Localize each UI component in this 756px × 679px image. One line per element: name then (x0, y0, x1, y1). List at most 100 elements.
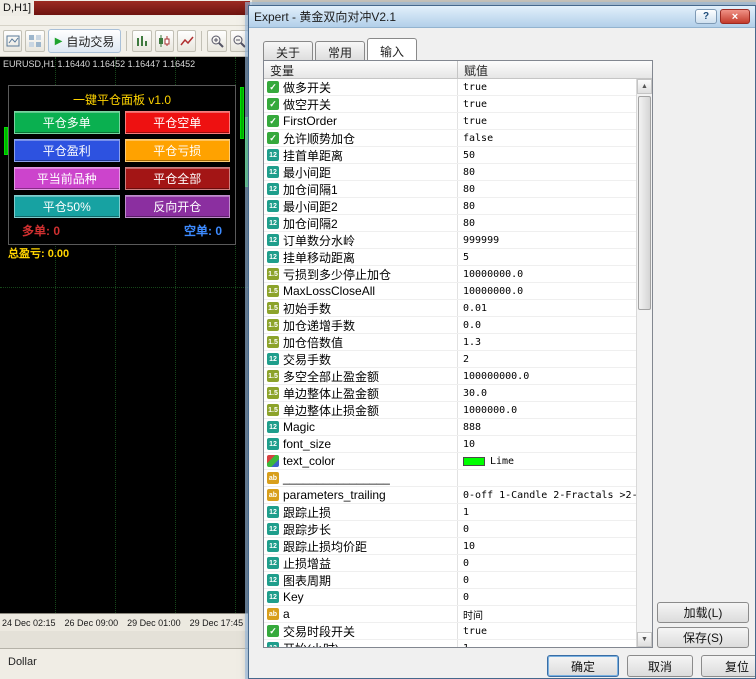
param-row[interactable]: Key0 (264, 589, 636, 606)
param-value[interactable]: 30.0 (458, 385, 636, 401)
param-value[interactable]: false (458, 130, 636, 146)
param-value[interactable]: true (458, 623, 636, 639)
param-value[interactable]: 80 (458, 164, 636, 180)
scrollbar[interactable]: ▲ ▼ (636, 79, 652, 647)
save-button[interactable]: 保存(S) (657, 627, 749, 648)
param-value[interactable]: 1000000.0 (458, 402, 636, 418)
param-value[interactable]: 888 (458, 419, 636, 435)
panel-btn-close-long[interactable]: 平仓多单 (14, 111, 120, 134)
param-value[interactable] (458, 470, 636, 486)
param-row[interactable]: Magic888 (264, 419, 636, 436)
dialog-titlebar[interactable]: Expert - 黄金双向对冲V2.1 ? × (249, 6, 755, 28)
param-row[interactable]: 交易时段开关true (264, 623, 636, 640)
param-value[interactable]: 999999 (458, 232, 636, 248)
autotrade-button[interactable]: ▶ 自动交易 (48, 29, 122, 53)
param-row[interactable]: 挂首单距离50 (264, 147, 636, 164)
param-value[interactable]: 0 (458, 555, 636, 571)
param-value[interactable]: 0 (458, 572, 636, 588)
param-value[interactable]: 80 (458, 181, 636, 197)
param-value[interactable]: true (458, 113, 636, 129)
param-value[interactable]: 2 (458, 351, 636, 367)
param-row[interactable]: 加仓递增手数0.0 (264, 317, 636, 334)
panel-btn-close-loss[interactable]: 平仓亏损 (125, 139, 231, 162)
column-header-variable[interactable]: 变量 (264, 61, 458, 78)
param-value[interactable]: 10000000.0 (458, 283, 636, 299)
bar-chart-icon[interactable] (132, 30, 151, 52)
param-value[interactable]: 1.3 (458, 334, 636, 350)
reset-button[interactable]: 复位 (701, 655, 756, 677)
panel-btn-close-symbol[interactable]: 平当前品种 (14, 167, 120, 190)
param-row[interactable]: MaxLossCloseAll10000000.0 (264, 283, 636, 300)
param-row[interactable]: 多空全部止盈金额100000000.0 (264, 368, 636, 385)
param-row[interactable]: 做空开关true (264, 96, 636, 113)
param-value[interactable]: 0 (458, 589, 636, 605)
panel-btn-close-all[interactable]: 平仓全部 (125, 167, 231, 190)
param-row[interactable]: 初始手数0.01 (264, 300, 636, 317)
help-button[interactable]: ? (695, 9, 717, 24)
param-row[interactable]: 允许顺势加仓false (264, 130, 636, 147)
param-value[interactable]: true (458, 96, 636, 112)
param-row[interactable]: 做多开关true (264, 79, 636, 96)
scroll-thumb[interactable] (638, 96, 651, 310)
param-value[interactable]: 50 (458, 147, 636, 163)
column-header-value[interactable]: 赋值 (458, 61, 652, 78)
param-row[interactable]: 跟踪步长0 (264, 521, 636, 538)
zoom-out-icon[interactable] (230, 30, 249, 52)
param-row[interactable]: font_size10 (264, 436, 636, 453)
param-row[interactable]: 加仓间隔280 (264, 215, 636, 232)
param-value[interactable]: Lime (458, 453, 636, 469)
param-row[interactable]: ________________ (264, 470, 636, 487)
param-value[interactable]: 10 (458, 538, 636, 554)
param-row[interactable]: 开始(小时)1 (264, 640, 636, 647)
param-row[interactable]: 图表周期0 (264, 572, 636, 589)
param-value[interactable]: 0.0 (458, 317, 636, 333)
param-row[interactable]: 最小间距280 (264, 198, 636, 215)
param-value[interactable]: 0 (458, 521, 636, 537)
candlestick-chart-icon[interactable] (155, 30, 174, 52)
param-row[interactable]: 加仓间隔180 (264, 181, 636, 198)
panel-btn-close-short[interactable]: 平仓空单 (125, 111, 231, 134)
param-row[interactable]: 止损增益0 (264, 555, 636, 572)
load-button[interactable]: 加载(L) (657, 602, 749, 623)
param-row[interactable]: 加仓倍数值1.3 (264, 334, 636, 351)
chart-area[interactable]: EURUSD,H1 1.16440 1.16452 1.16447 1.1645… (0, 57, 252, 613)
param-row[interactable]: 订单数分水岭999999 (264, 232, 636, 249)
tab-inputs[interactable]: 输入 (367, 38, 417, 60)
param-row[interactable]: 挂单移动距离5 (264, 249, 636, 266)
param-row[interactable]: 交易手数2 (264, 351, 636, 368)
param-row[interactable]: a时间 (264, 606, 636, 623)
ok-button[interactable]: 确定 (547, 655, 619, 677)
param-value[interactable]: 80 (458, 215, 636, 231)
param-value[interactable]: 80 (458, 198, 636, 214)
param-value[interactable]: 0-off 1-Candle 2-Fractals >2-... (458, 487, 636, 503)
param-value[interactable]: 10000000.0 (458, 266, 636, 282)
param-row[interactable]: 跟踪止损1 (264, 504, 636, 521)
param-value[interactable]: 1 (458, 640, 636, 647)
tab-about[interactable]: 关于 (263, 41, 313, 60)
param-value[interactable]: 100000000.0 (458, 368, 636, 384)
param-value[interactable]: 5 (458, 249, 636, 265)
param-value[interactable]: 时间 (458, 606, 636, 622)
param-row[interactable]: text_colorLime (264, 453, 636, 470)
zoom-in-icon[interactable] (207, 30, 226, 52)
profiles-icon[interactable] (25, 30, 44, 52)
param-row[interactable]: parameters_trailing0-off 1-Candle 2-Frac… (264, 487, 636, 504)
scroll-up-icon[interactable]: ▲ (637, 79, 652, 94)
panel-btn-reverse-open[interactable]: 反向开仓 (125, 195, 231, 218)
tab-common[interactable]: 常用 (315, 41, 365, 60)
panel-btn-close-profit[interactable]: 平仓盈利 (14, 139, 120, 162)
param-row[interactable]: FirstOrdertrue (264, 113, 636, 130)
scroll-down-icon[interactable]: ▼ (637, 632, 652, 647)
panel-btn-close-half[interactable]: 平仓50% (14, 195, 120, 218)
param-value[interactable]: 10 (458, 436, 636, 452)
new-chart-icon[interactable] (3, 30, 22, 52)
cancel-button[interactable]: 取消 (627, 655, 693, 677)
close-icon[interactable]: × (720, 9, 750, 24)
time-axis[interactable]: 24 Dec 02:1526 Dec 09:0029 Dec 01:0029 D… (0, 613, 252, 631)
param-row[interactable]: 单边整体止盈金额30.0 (264, 385, 636, 402)
param-value[interactable]: 1 (458, 504, 636, 520)
param-value[interactable]: 0.01 (458, 300, 636, 316)
param-value[interactable]: true (458, 79, 636, 95)
param-row[interactable]: 亏损到多少停止加仓10000000.0 (264, 266, 636, 283)
line-chart-icon[interactable] (177, 30, 196, 52)
